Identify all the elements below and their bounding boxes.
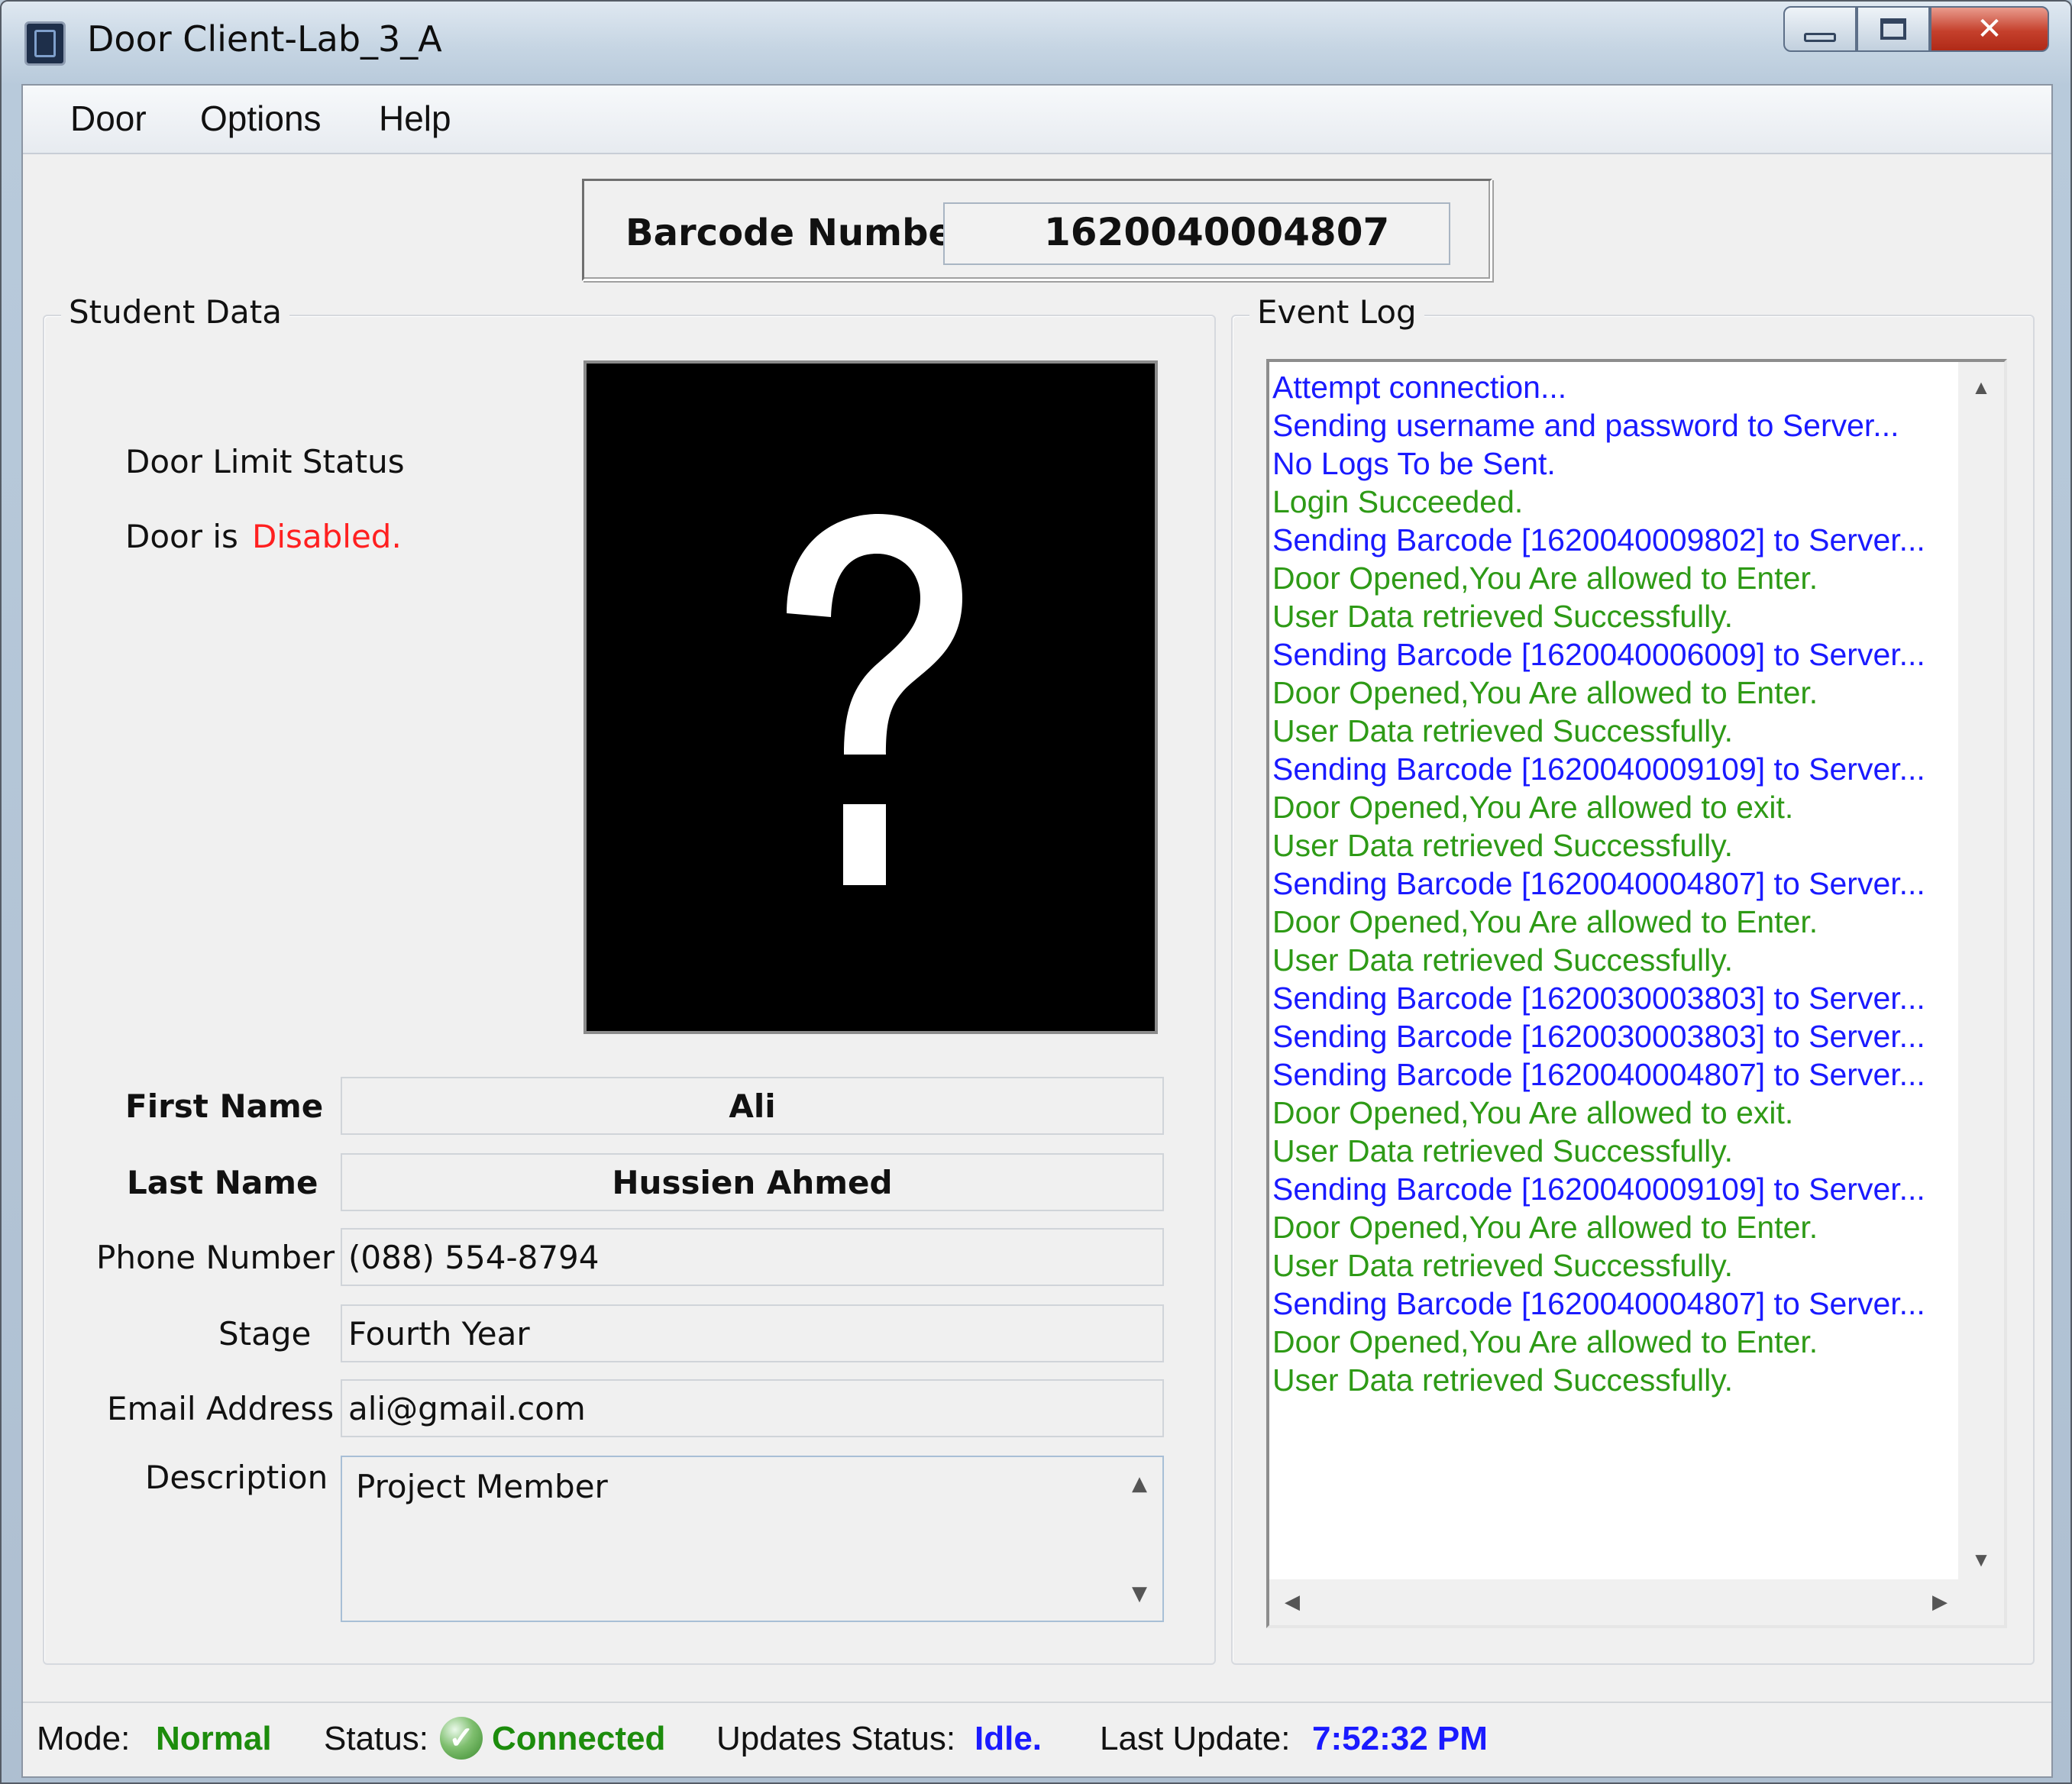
door-limit-status-label: Door Limit Status <box>125 443 405 480</box>
app-window: Door Client-Lab_3_A ✕ Door Options Help … <box>0 0 2072 1784</box>
event-log-line: Attempt connection... <box>1272 370 1567 405</box>
window-controls: ✕ <box>1783 6 2049 53</box>
description-label: Description <box>145 1459 328 1496</box>
event-log-title: Event Log <box>1249 293 1424 331</box>
scroll-down-icon[interactable]: ▼ <box>1117 1582 1162 1605</box>
event-log-vertical-scrollbar[interactable]: ▲ ▼ <box>1958 362 2004 1585</box>
door-is-label: Door is <box>125 518 238 555</box>
event-log-line: Sending Barcode [1620040006009] to Serve… <box>1272 637 1925 672</box>
event-log-line: Door Opened,You Are allowed to Enter. <box>1272 1324 1818 1359</box>
event-log-line: User Data retrieved Successfully. <box>1272 1362 1734 1398</box>
event-log-line: User Data retrieved Successfully. <box>1272 828 1734 863</box>
stage-field[interactable]: Fourth Year <box>341 1304 1164 1362</box>
description-textarea[interactable]: Project Member ▲ ▼ <box>341 1456 1164 1622</box>
event-log-line: Sending Barcode [1620040009109] to Serve… <box>1272 1172 1925 1207</box>
updates-status-value: Idle. <box>975 1720 1042 1757</box>
first-name-label: First Name <box>125 1088 324 1125</box>
email-address-field[interactable]: ali@gmail.com <box>341 1379 1164 1437</box>
menu-options[interactable]: Options <box>200 98 322 139</box>
first-name-field[interactable]: Ali <box>341 1077 1164 1135</box>
event-log-horizontal-scrollbar[interactable]: ◀ ▶ <box>1269 1579 1963 1625</box>
event-log-line: User Data retrieved Successfully. <box>1272 599 1734 634</box>
maximize-icon <box>1880 18 1906 40</box>
close-icon: ✕ <box>1977 11 2003 47</box>
phone-number-field[interactable]: (088) 554-8794 <box>341 1228 1164 1286</box>
status-value: Connected <box>492 1720 666 1757</box>
event-log-line: Door Opened,You Are allowed to Enter. <box>1272 561 1818 596</box>
mode-value: Normal <box>156 1720 272 1757</box>
event-log-line: Login Succeeded. <box>1272 484 1524 519</box>
phone-number-label: Phone Number <box>96 1239 335 1276</box>
event-log-line: User Data retrieved Successfully. <box>1272 942 1734 978</box>
door-state-value: Disabled. <box>252 518 402 555</box>
event-log-line: Sending Barcode [1620040009802] to Serve… <box>1272 522 1925 558</box>
event-log-line: Sending Barcode [1620030003803] to Serve… <box>1272 1019 1925 1054</box>
close-button[interactable]: ✕ <box>1930 6 2049 52</box>
last-update-label: Last Update: <box>1100 1720 1291 1757</box>
event-log-list[interactable]: Attempt connection... Sending username an… <box>1266 359 2007 1628</box>
barcode-input[interactable]: 1620040004807 <box>943 202 1450 265</box>
student-data-title: Student Data <box>61 293 289 331</box>
event-log-line: Door Opened,You Are allowed to Enter. <box>1272 1210 1818 1245</box>
event-log-line: Door Opened,You Are allowed to Enter. <box>1272 675 1818 710</box>
check-icon: ✓ <box>440 1717 483 1760</box>
event-log-line: Sending Barcode [1620040004807] to Serve… <box>1272 1286 1925 1321</box>
maximize-button[interactable] <box>1857 6 1930 52</box>
event-log-line: Sending Barcode [1620040009109] to Serve… <box>1272 751 1925 787</box>
status-label: Status: <box>324 1720 428 1757</box>
description-scrollbar[interactable]: ▲ ▼ <box>1117 1457 1162 1621</box>
event-log-line: User Data retrieved Successfully. <box>1272 713 1734 748</box>
menu-help[interactable]: Help <box>379 98 451 139</box>
event-log-line: User Data retrieved Successfully. <box>1272 1248 1734 1283</box>
last-update-value: 7:52:32 PM <box>1312 1720 1488 1757</box>
scroll-down-icon[interactable]: ▼ <box>1958 1548 2004 1572</box>
title-bar[interactable]: Door Client-Lab_3_A ✕ <box>2 2 2070 84</box>
question-mark-icon <box>787 514 962 885</box>
scrollbar-corner <box>1958 1579 2004 1625</box>
event-log-line: Sending Barcode [1620040004807] to Serve… <box>1272 1057 1925 1092</box>
event-log-line: Door Opened,You Are allowed to exit. <box>1272 1095 1794 1130</box>
menu-door[interactable]: Door <box>70 98 147 139</box>
mode-label: Mode: <box>37 1720 131 1757</box>
scroll-left-icon[interactable]: ◀ <box>1285 1590 1300 1614</box>
event-log-line: Sending Barcode [1620040004807] to Serve… <box>1272 866 1925 901</box>
event-log-line: Sending username and password to Server.… <box>1272 408 1899 443</box>
event-log-line: Door Opened,You Are allowed to Enter. <box>1272 904 1818 939</box>
app-icon[interactable] <box>24 21 66 66</box>
scroll-up-icon[interactable]: ▲ <box>1958 376 2004 399</box>
scroll-up-icon[interactable]: ▲ <box>1117 1472 1162 1495</box>
email-address-label: Email Address <box>107 1390 335 1427</box>
minimize-button[interactable] <box>1783 6 1857 52</box>
updates-status-label: Updates Status: <box>716 1720 956 1757</box>
event-log-lines: Attempt connection... Sending username an… <box>1272 368 1925 1399</box>
description-text: Project Member <box>356 1468 608 1505</box>
scroll-right-icon[interactable]: ▶ <box>1932 1590 1948 1614</box>
last-name-field[interactable]: Hussien Ahmed <box>341 1153 1164 1211</box>
window-title: Door Client-Lab_3_A <box>87 18 442 60</box>
client-area: Door Options Help Barcode Number 1620040… <box>21 84 2053 1778</box>
last-name-label: Last Name <box>127 1164 318 1201</box>
minimize-icon <box>1804 33 1836 42</box>
student-photo <box>583 360 1158 1034</box>
event-log-line: No Logs To be Sent. <box>1272 446 1556 481</box>
menu-bar: Door Options Help <box>23 86 2051 154</box>
event-log-line: Door Opened,You Are allowed to exit. <box>1272 790 1794 825</box>
barcode-panel: Barcode Number 1620040004807 <box>582 179 1492 281</box>
event-log-line: Sending Barcode [1620030003803] to Serve… <box>1272 981 1925 1016</box>
stage-label: Stage <box>218 1315 312 1353</box>
status-bar: Mode: Normal Status: ✓ Connected Updates… <box>23 1702 2051 1776</box>
barcode-label: Barcode Number <box>625 212 971 254</box>
event-log-line: User Data retrieved Successfully. <box>1272 1133 1734 1168</box>
